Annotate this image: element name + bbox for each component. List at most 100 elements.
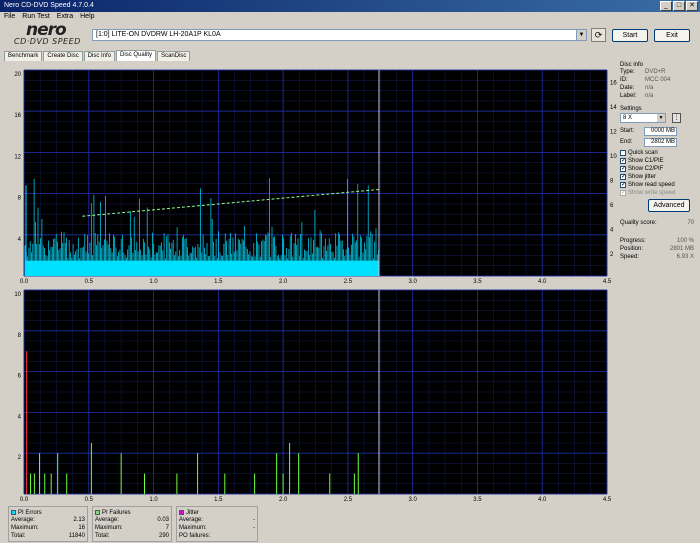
show-c1-pie-checkbox[interactable]: ✓ Show C1/PIE <box>620 157 694 165</box>
disc-info-id-row: ID: MCC 004 <box>620 76 694 84</box>
y-tick-label: 2 <box>18 455 22 461</box>
speed-readout: 6.93 X <box>676 254 694 260</box>
tab-bar: Benchmark Create Disc Disc Info Disc Qua… <box>4 50 191 61</box>
window-title: Nero CD-DVD Speed 4.7.0.4 <box>4 2 94 9</box>
stat-title: PI Failures <box>102 509 131 516</box>
maximize-button[interactable]: □ <box>673 1 685 11</box>
menu-help[interactable]: Help <box>80 12 94 22</box>
disc-info-value: n/a <box>645 93 654 99</box>
tab-disc-quality[interactable]: Disc Quality <box>116 50 157 61</box>
show-c2-pif-checkbox[interactable]: ✓ Show C2/PIF <box>620 165 694 173</box>
stat-key: Average: <box>179 517 203 523</box>
stat-title: PI Errors <box>18 509 42 516</box>
pi-failures-stats: PI Failures Average: 0.03 Maximum: 7 Total… <box>92 506 172 542</box>
end-label: End: <box>620 139 633 145</box>
disc-info-key: Label: <box>620 93 637 99</box>
disc-info-value: n/a <box>645 85 654 91</box>
jitter-stats: Jitter Average: - Maximum: - PO failures: <box>176 506 258 542</box>
legend-swatch <box>95 510 100 515</box>
x-tick-label: 3.5 <box>473 497 482 503</box>
y-tick-label: 20 <box>14 72 21 78</box>
stat-value: 0.03 <box>157 517 169 523</box>
y-right-tick-label: 16 <box>610 81 617 87</box>
tab-create-disc[interactable]: Create Disc <box>43 51 83 61</box>
x-tick-label: 2.0 <box>279 279 288 285</box>
checkmark-icon[interactable]: ✓ <box>620 182 626 188</box>
end-field[interactable]: 2802 MB <box>644 137 677 147</box>
stat-value: - <box>253 525 255 531</box>
y-right-tick-label: 2 <box>610 252 614 258</box>
tab-disc-info[interactable]: Disc Info <box>83 51 116 61</box>
show-read-speed-checkbox[interactable]: ✓ Show read speed <box>620 181 694 189</box>
stat-key: Maximum: <box>11 525 39 531</box>
nero-logo: nero CD·DVD SPEED <box>6 20 92 48</box>
checkbox-label: Show read speed <box>628 182 675 188</box>
x-tick-label: 2.5 <box>344 279 353 285</box>
disc-info-value: MCC 004 <box>645 77 671 83</box>
checkbox-label: Show jitter <box>628 174 657 180</box>
position-value: 2801 MB <box>669 246 694 252</box>
refresh-drive-icon[interactable]: ⟳ <box>591 28 606 42</box>
minimize-button[interactable]: _ <box>660 1 672 11</box>
y-tick-label: 6 <box>18 374 22 380</box>
show-jitter-checkbox[interactable]: ✓ Show jitter <box>620 173 694 181</box>
title-bar: Nero CD-DVD Speed 4.7.0.4 _ □ ✕ <box>0 0 700 12</box>
checkmark-icon[interactable]: ✓ <box>620 174 626 180</box>
stat-value: - <box>253 517 255 523</box>
tab-scandisc[interactable]: ScanDisc <box>157 51 191 61</box>
quality-score-row: Quality score: 70 <box>620 219 694 227</box>
checkmark-icon[interactable]: ✓ <box>620 158 626 164</box>
x-tick-label: 3.5 <box>473 279 482 285</box>
chevron-down-icon[interactable]: ▼ <box>657 114 665 122</box>
y-tick-label: 10 <box>14 292 21 298</box>
exit-button[interactable]: Exit <box>654 29 690 42</box>
progress-row: Progress: 100 % <box>620 237 694 245</box>
x-tick-label: 0.5 <box>85 497 94 503</box>
checkbox-box[interactable] <box>620 150 626 156</box>
stat-key: Total: <box>95 533 110 539</box>
speed-value: 8 X <box>623 115 633 121</box>
x-tick-label: 0.0 <box>20 279 29 285</box>
legend-swatch <box>179 510 184 515</box>
stat-title: Jitter <box>186 509 200 516</box>
x-tick-label: 1.0 <box>149 279 158 285</box>
speed-row: Speed: 6.93 X <box>620 253 694 261</box>
position-key: Position: <box>620 246 644 252</box>
stat-key: Average: <box>95 517 119 523</box>
start-button[interactable]: Start <box>612 29 648 42</box>
quick-scan-checkbox[interactable]: Quick scan <box>620 149 694 157</box>
x-tick-label: 2.0 <box>279 497 288 503</box>
pi-errors-chart: 0.0 0.5 1.0 1.5 2.0 2.5 3.0 3.5 4.0 4.5 20 16 12 8 4 16… <box>4 62 619 286</box>
checkmark-icon[interactable]: ✓ <box>620 166 626 172</box>
y-right-tick-label: 14 <box>610 105 617 111</box>
menu-file[interactable]: File <box>4 12 15 22</box>
progress-value: 100 % <box>676 238 694 244</box>
stat-value: 7 <box>165 525 169 531</box>
disc-info-date-row: Date: n/a <box>620 84 694 92</box>
x-tick-label: 1.0 <box>149 497 158 503</box>
speed-select[interactable]: 8 X ▼ <box>620 113 666 123</box>
stat-value: 11840 <box>68 533 85 539</box>
advanced-button[interactable]: Advanced <box>648 199 690 212</box>
disc-info-key: Date: <box>620 85 635 91</box>
stat-value: 2.13 <box>73 517 85 523</box>
stat-key: Total: <box>11 533 26 539</box>
close-button[interactable]: ✕ <box>686 1 698 11</box>
pi-failures-chart: 0.0 0.5 1.0 1.5 2.0 2.5 3.0 3.5 4.0 4.5 10 8 6 4 2 <box>4 286 619 504</box>
start-field[interactable]: 0000 MB <box>644 126 677 136</box>
tab-benchmark[interactable]: Benchmark <box>4 51 43 61</box>
disc-info-value: DVD+R <box>645 69 666 75</box>
stat-key: Maximum: <box>95 525 123 531</box>
stat-value: 16 <box>78 525 85 531</box>
pi-errors-chart-svg: 0.0 0.5 1.0 1.5 2.0 2.5 3.0 3.5 4.0 4.5 20 16 12 8 4 16… <box>14 69 617 285</box>
y-right-tick-label: 8 <box>610 178 614 184</box>
x-tick-label: 1.5 <box>214 497 223 503</box>
quality-score-label: Quality score: <box>620 220 657 226</box>
grid <box>23 69 608 277</box>
drive-select[interactable]: [1:0] LITE-ON DVDRW LH-20A1P KL0A ▼ <box>92 29 587 41</box>
speed-options-icon[interactable]: ⋮ <box>672 113 681 123</box>
start-label: Start: <box>620 128 635 134</box>
chevron-down-icon[interactable]: ▼ <box>576 30 586 40</box>
right-panel: Disc info Type: DVD+R ID: MCC 004 Date: … <box>620 62 694 261</box>
show-write-speed-checkbox: ✓ Show write speed <box>620 189 694 197</box>
